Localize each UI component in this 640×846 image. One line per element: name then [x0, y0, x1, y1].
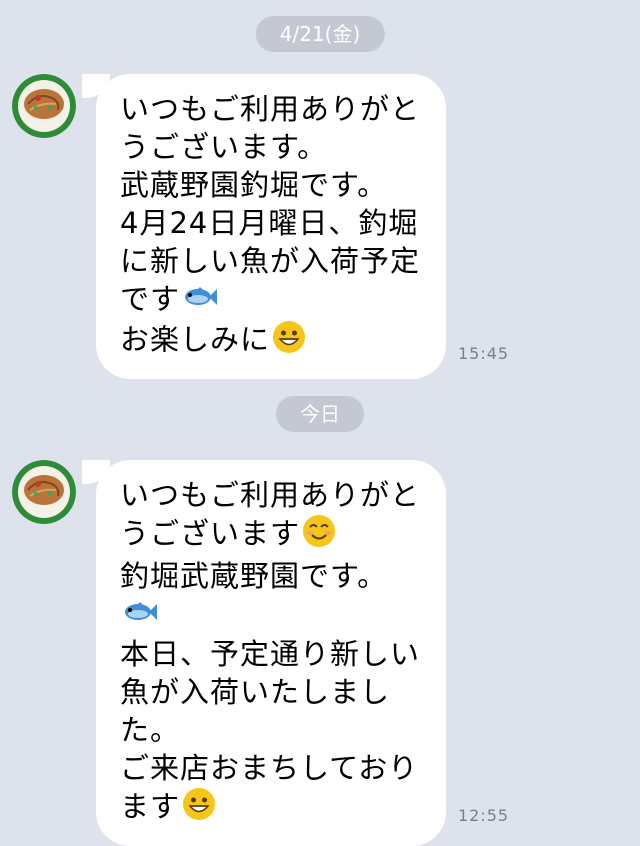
message-line: 本日、予定通り新しい: [120, 637, 421, 671]
date-separator: 今日: [276, 396, 364, 432]
date-separator: 4/21(金): [255, 16, 385, 52]
message-line: 魚が入荷いたしまし: [120, 675, 391, 709]
message-text: ます: [120, 789, 181, 824]
grinning-face-emoji: [182, 787, 216, 830]
food-plate-avatar-icon: [12, 74, 76, 138]
message-line: に新しい魚が入荷予定: [120, 244, 421, 278]
message-text: うございます: [120, 516, 301, 551]
message-line: 武蔵野園釣堀です。: [120, 168, 388, 202]
message-text: お楽しみに: [120, 322, 271, 357]
message-line: ご来店おまちしており: [120, 751, 419, 785]
message-line: 4月24日月曜日、釣堀: [120, 206, 419, 240]
message-bubble[interactable]: いつもご利用ありがと うございます。 武蔵野園釣堀です。 4月24日月曜日、釣堀…: [82, 74, 446, 379]
fish-emoji: [122, 597, 158, 635]
food-plate-avatar-icon: [12, 460, 76, 524]
fish-emoji: [182, 282, 218, 320]
message-text: です: [120, 282, 181, 316]
message-line-emoji-only: [120, 595, 428, 635]
message-line: いつもご利用ありがと: [120, 92, 421, 126]
message-timestamp: 12:55: [458, 806, 510, 825]
message-timestamp: 15:45: [458, 344, 510, 363]
message-line: 釣堀武蔵野園です。: [120, 559, 388, 593]
message-line-with-emoji: うございます: [120, 514, 428, 557]
message-bubble[interactable]: いつもご利用ありがと うございます 釣堀武蔵野園です。 本日、予定通り新しい 魚…: [82, 460, 446, 846]
message-line-with-emoji: ます: [120, 787, 428, 830]
message-line: うございます。: [120, 130, 328, 164]
sender-avatar[interactable]: [12, 460, 76, 524]
message-line: いつもご利用ありがと: [120, 478, 421, 512]
sender-avatar[interactable]: [12, 74, 76, 138]
message-line-with-emoji: お楽しみに: [120, 320, 428, 363]
message-line: た。: [120, 713, 181, 747]
smiling-face-emoji: [302, 514, 336, 557]
grinning-face-emoji: [272, 320, 306, 363]
message-line-with-emoji: です: [120, 280, 428, 320]
